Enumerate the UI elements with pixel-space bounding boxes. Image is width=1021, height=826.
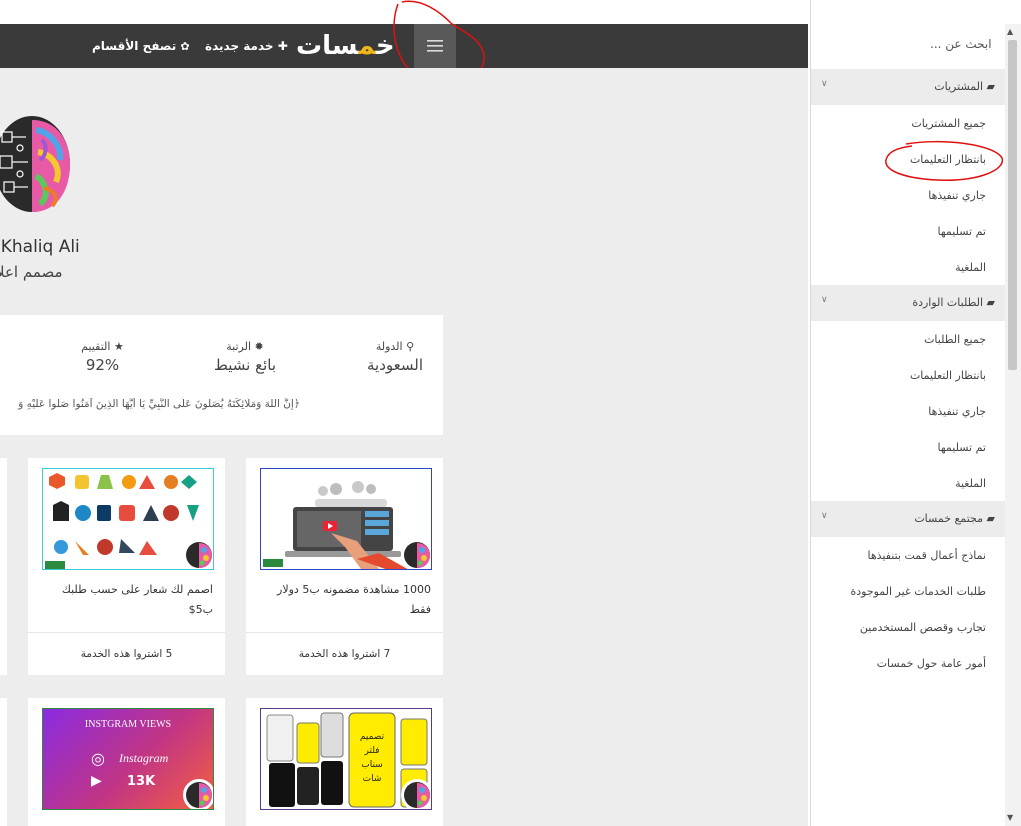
seller-avatar	[183, 779, 213, 809]
service-thumbnail[interactable]	[260, 468, 432, 570]
stat-country-value: السعودية	[366, 356, 423, 374]
annotation-circle-awaiting	[885, 140, 1004, 181]
sidebar-item-missing-services[interactable]: طلبات الخدمات غير الموجودة	[850, 585, 986, 598]
service-thumbnail[interactable]: INSTGRAM VIEWS ◎ Instagram ▶ 13K	[42, 708, 214, 810]
logo[interactable]: خمسات	[296, 32, 395, 60]
seller-avatar	[401, 539, 431, 569]
sidebar-item-user-stories[interactable]: تجارب وقصص المستخدمين	[860, 621, 986, 634]
profile-bio-verse: ﴿إِنَّ اللَّهَ وَمَلَائِكَتَهُ يُصَلُّون…	[18, 398, 300, 410]
new-service-label: خدمة جديدة	[205, 39, 274, 53]
comments-icon: ▰	[986, 512, 995, 525]
svg-text:شات: شات	[363, 774, 382, 784]
browse-sections-label: تصفح الأقسام	[92, 39, 177, 53]
stat-rank: ✹ الرتبة بائع نشيط	[205, 340, 285, 374]
thumb-count: 13K	[127, 774, 156, 789]
sidebar-item-work-samples[interactable]: نماذج أعمال قمت بتنفيذها	[867, 549, 986, 562]
service-buyers-count: 5 اشتروا هذه الخدمة	[28, 632, 225, 675]
page: ✿ تصفح الأقسام ✚ خدمة جديدة خمسات lKhali…	[0, 0, 1021, 826]
sidebar-section-incoming-orders[interactable]: ∨ ▰ الطلبات الواردة	[811, 285, 1005, 321]
service-card[interactable]	[0, 698, 7, 826]
stat-rating: ★ التقييم 92%	[70, 340, 135, 374]
service-card[interactable]: INSTGRAM VIEWS ◎ Instagram ▶ 13K	[28, 698, 225, 826]
svg-text:سناب: سناب	[361, 760, 382, 770]
sidebar-item-orders-in-progress[interactable]: جاري تنفيذها	[928, 405, 986, 418]
stat-country-label: الدولة	[375, 340, 403, 353]
seller-avatar	[183, 539, 213, 569]
seller-avatar	[401, 779, 431, 809]
stat-rating-value: 92%	[85, 356, 120, 374]
stat-rank-value: بائع نشيط	[214, 356, 276, 374]
sidebar-search[interactable]: ابحث عن ...	[930, 37, 992, 51]
sidebar-section-title: مجتمع خمسات	[914, 512, 984, 525]
sidebar-item-purchases-cancelled[interactable]: الملغية	[955, 261, 986, 274]
service-card[interactable]: اصمم لك شعار على حسب طلبك ب5$ 5 اشتروا ه…	[28, 458, 225, 675]
sidebar-section-purchases[interactable]: ∨ ▰ المشتريات	[811, 69, 1005, 105]
plus-icon: ✚	[277, 39, 288, 53]
svg-text:تصميم: تصميم	[360, 732, 385, 742]
chevron-down-icon: ∨	[821, 79, 828, 89]
service-thumbnail[interactable]	[42, 468, 214, 570]
chevron-down-icon: ∨	[821, 511, 828, 521]
scroll-up-icon[interactable]: ▲	[1007, 27, 1013, 36]
stat-rating-label: التقييم	[81, 340, 111, 353]
sidebar-item-orders-awaiting[interactable]: بانتظار التعليمات	[910, 369, 986, 382]
profile-subtitle: مصمم اعلا	[0, 263, 63, 281]
sidebar-item-purchases-delivered[interactable]: تم تسليمها	[938, 225, 987, 238]
star-icon: ★	[113, 340, 124, 353]
sidebar-item-purchases-in-progress[interactable]: جاري تنفيذها	[928, 189, 986, 202]
gear-icon: ✹	[254, 340, 264, 353]
scrollbar-thumb[interactable]	[1008, 40, 1017, 370]
profile-name: lKhaliq Ali	[0, 237, 80, 257]
sidebar-section-community[interactable]: ∨ ▰ مجتمع خمسات	[811, 501, 1005, 537]
svg-text:فلتر: فلتر	[364, 746, 380, 756]
stat-country: ⚲ الدولة السعودية	[360, 340, 430, 374]
sidebar-item-general-topics[interactable]: أمور عامة حول خمسات	[877, 657, 986, 670]
service-card[interactable]	[0, 458, 7, 675]
main-area: ✿ تصفح الأقسام ✚ خدمة جديدة خمسات lKhali…	[0, 0, 810, 826]
grid-icon: ✿	[180, 40, 190, 53]
folder-open-icon: ▰	[986, 80, 995, 93]
instagram-icon: ◎	[91, 749, 105, 768]
sidebar-section-title: المشتريات	[934, 80, 984, 93]
sidebar-section-title: الطلبات الواردة	[912, 296, 984, 309]
thumb-title: INSTGRAM VIEWS	[84, 719, 172, 730]
truck-icon: ▰	[986, 296, 995, 309]
map-marker-icon: ⚲	[406, 340, 415, 353]
service-card[interactable]: 1000 مشاهدة مضمونه ب5 دولار فقط 7 اشتروا…	[246, 458, 443, 675]
thumb-brand: Instagram	[119, 751, 169, 765]
play-icon: ▶	[91, 773, 102, 789]
service-title[interactable]: 1000 مشاهدة مضمونه ب5 دولار فقط	[256, 580, 431, 620]
sidebar-item-all-orders[interactable]: جميع الطلبات	[924, 333, 986, 346]
new-service-link[interactable]: ✚ خدمة جديدة	[205, 39, 288, 53]
scroll-down-icon[interactable]: ▼	[1007, 813, 1013, 822]
profile-avatar[interactable]	[0, 112, 75, 220]
sidebar-item-orders-cancelled[interactable]: الملغية	[955, 477, 986, 490]
sidebar-item-all-purchases[interactable]: جميع المشتريات	[911, 117, 986, 130]
service-title[interactable]: اصمم لك شعار على حسب طلبك ب5$	[38, 580, 213, 620]
sidebar-item-orders-delivered[interactable]: تم تسليمها	[938, 441, 987, 454]
service-buyers-count: 7 اشتروا هذه الخدمة	[246, 632, 443, 675]
stat-rank-label: الرتبة	[226, 340, 252, 353]
service-thumbnail[interactable]: تصميم فلتر سناب شات	[260, 708, 432, 810]
chevron-down-icon: ∨	[821, 295, 828, 305]
stats-card	[0, 315, 443, 435]
service-card[interactable]: تصميم فلتر سناب شات	[246, 698, 443, 826]
browse-sections-link[interactable]: ✿ تصفح الأقسام	[92, 39, 190, 53]
